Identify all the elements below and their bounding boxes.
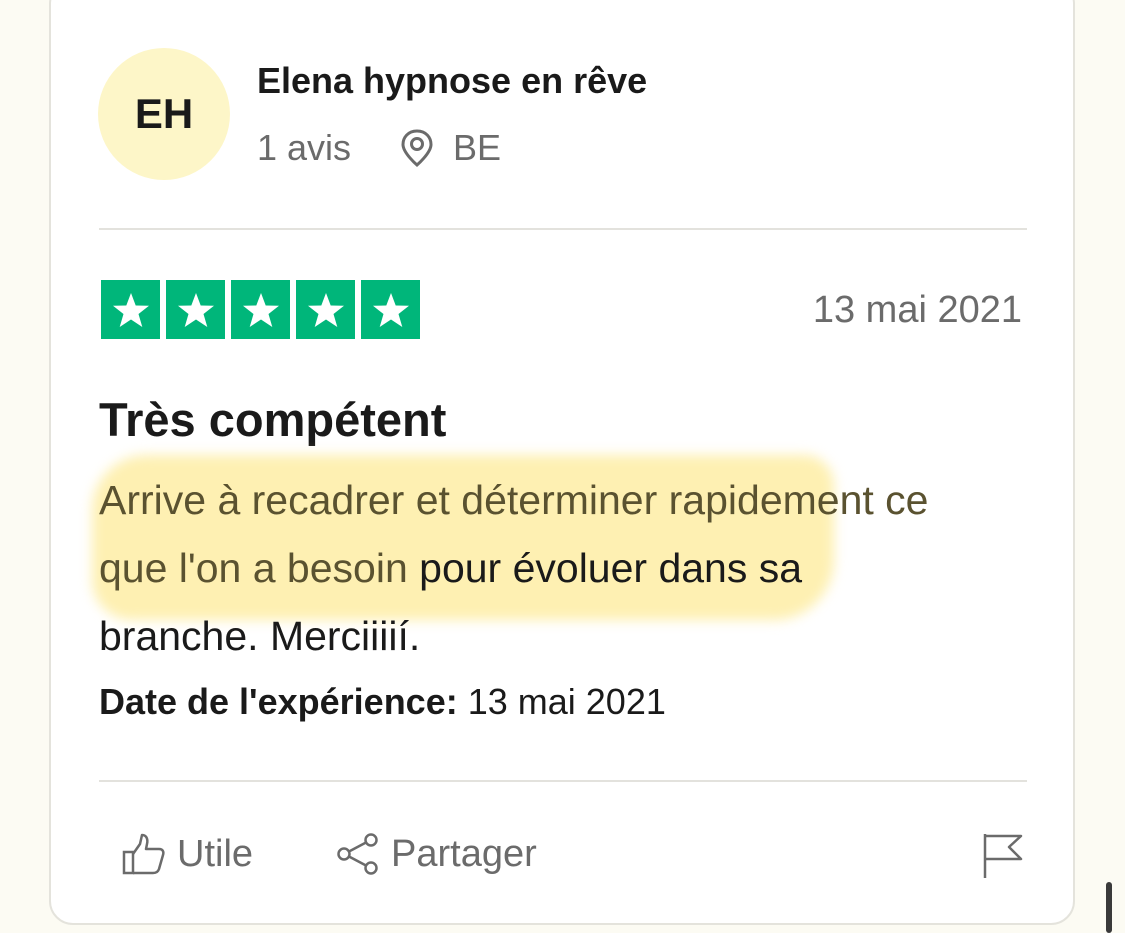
report-button[interactable] bbox=[981, 832, 1025, 885]
reviewer-meta: 1 avis BE bbox=[257, 127, 501, 169]
review-date: 13 mai 2021 bbox=[812, 289, 1022, 331]
reviewer-name[interactable]: Elena hypnose en rêve bbox=[257, 60, 647, 102]
experience-date-line: Date de l'expérience: 13 mai 2021 bbox=[99, 681, 666, 723]
avatar-initials: EH bbox=[134, 90, 194, 137]
useful-label: Utile bbox=[177, 832, 254, 875]
share-icon bbox=[337, 833, 378, 875]
avatar[interactable]: EH bbox=[98, 48, 230, 180]
star-icon bbox=[231, 280, 290, 339]
reviewer-country: BE bbox=[453, 127, 502, 168]
star-icon bbox=[296, 280, 355, 339]
scrollbar[interactable] bbox=[1106, 882, 1112, 933]
star-rating bbox=[101, 280, 420, 339]
useful-button[interactable]: Utile bbox=[121, 832, 253, 876]
location-pin-icon bbox=[399, 128, 435, 168]
star-icon bbox=[166, 280, 225, 339]
star-icon bbox=[361, 280, 420, 339]
thumbs-up-icon bbox=[122, 833, 165, 875]
share-button[interactable]: Partager bbox=[335, 832, 537, 876]
review-title: Très compétent bbox=[99, 393, 447, 446]
flag-icon bbox=[983, 834, 1023, 878]
review-count: 1 avis bbox=[257, 127, 352, 168]
share-label: Partager bbox=[391, 832, 537, 875]
footer-divider bbox=[99, 780, 1027, 782]
star-icon bbox=[101, 280, 160, 339]
header-divider bbox=[99, 228, 1027, 230]
review-body: Arrive à recadrer et déterminer rapideme… bbox=[99, 466, 939, 670]
experience-label: Date de l'expérience: bbox=[99, 681, 458, 722]
experience-date: 13 mai 2021 bbox=[467, 681, 666, 722]
